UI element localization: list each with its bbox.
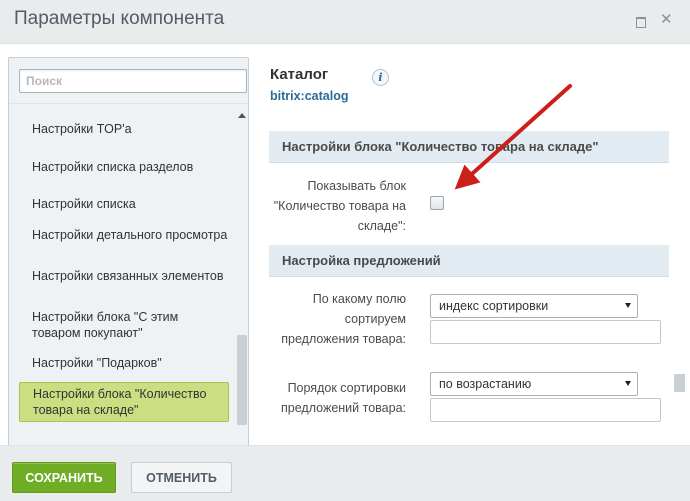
chevron-down-icon (625, 303, 631, 308)
offer-sort-order-value: по возрастанию (439, 377, 532, 391)
offer-sort-field-extra-input[interactable] (430, 320, 661, 344)
sidebar-item-section-list-settings[interactable]: Настройки списка разделов (19, 159, 229, 175)
scroll-up-arrow-icon[interactable] (238, 113, 246, 118)
param-label-offer-sort-order: Порядок сортировки предложений товара: (281, 381, 406, 415)
annotation-arrow-icon (454, 84, 572, 190)
title-bar: Параметры компонента ✕ (0, 0, 690, 44)
sidebar: Настройки TOP'а Настройки списка раздело… (8, 57, 249, 479)
offer-sort-order-select[interactable]: по возрастанию (430, 372, 638, 396)
section-header-offers: Настройка предложений (269, 245, 669, 277)
save-button[interactable]: СОХРАНИТЬ (12, 462, 116, 493)
dialog-body: Настройки TOP'а Настройки списка раздело… (0, 44, 690, 479)
search-field[interactable] (19, 69, 247, 93)
offer-sort-order-extra-input[interactable] (430, 398, 661, 422)
sidebar-item-also-buy-settings[interactable]: Настройки блока "С этим товаром покупают… (19, 309, 229, 341)
cancel-button[interactable]: ОТМЕНИТЬ (131, 462, 232, 493)
offer-sort-field-select[interactable]: индекс сортировки (430, 294, 638, 318)
sidebar-item-list-settings[interactable]: Настройки списка (19, 196, 229, 212)
offer-sort-field-value: индекс сортировки (439, 299, 549, 313)
sidebar-scrollbar[interactable] (234, 104, 248, 478)
param-label-show-stock-block: Показывать блок "Количество товара на ск… (273, 179, 406, 233)
sidebar-item-stock-quantity-settings[interactable]: Настройки блока "Количество товара на ск… (19, 382, 229, 422)
sidebar-item-detail-view-settings[interactable]: Настройки детального просмотра (19, 227, 229, 243)
component-code: bitrix:catalog (270, 89, 349, 103)
parameters-scroll-thumb[interactable] (674, 374, 685, 392)
info-icon[interactable]: i (372, 69, 389, 86)
param-label-offer-sort-field: По какому полю сортируем предложения тов… (281, 292, 406, 346)
dialog-footer: СОХРАНИТЬ ОТМЕНИТЬ (0, 445, 690, 501)
close-icon[interactable]: ✕ (660, 12, 673, 27)
sidebar-item-top-settings[interactable]: Настройки TOP'а (19, 121, 229, 137)
search-input[interactable] (20, 70, 246, 92)
sidebar-item-related-elements-settings[interactable]: Настройки связанных элементов (19, 268, 229, 284)
chevron-down-icon (625, 381, 631, 386)
component-name: Каталог (270, 66, 329, 83)
parameters-scrollbar[interactable] (671, 44, 688, 445)
sidebar-scroll-thumb[interactable] (237, 335, 247, 425)
sidebar-item-gifts-settings[interactable]: Настройки "Подарков" (19, 355, 229, 371)
show-stock-block-checkbox[interactable] (430, 196, 444, 210)
maximize-icon[interactable] (634, 15, 646, 28)
component-parameters-dialog: Параметры компонента ✕ Настройки TOP'а Н… (0, 0, 690, 501)
sidebar-list: Настройки TOP'а Настройки списка раздело… (9, 104, 233, 478)
dialog-title: Параметры компонента (14, 8, 225, 29)
